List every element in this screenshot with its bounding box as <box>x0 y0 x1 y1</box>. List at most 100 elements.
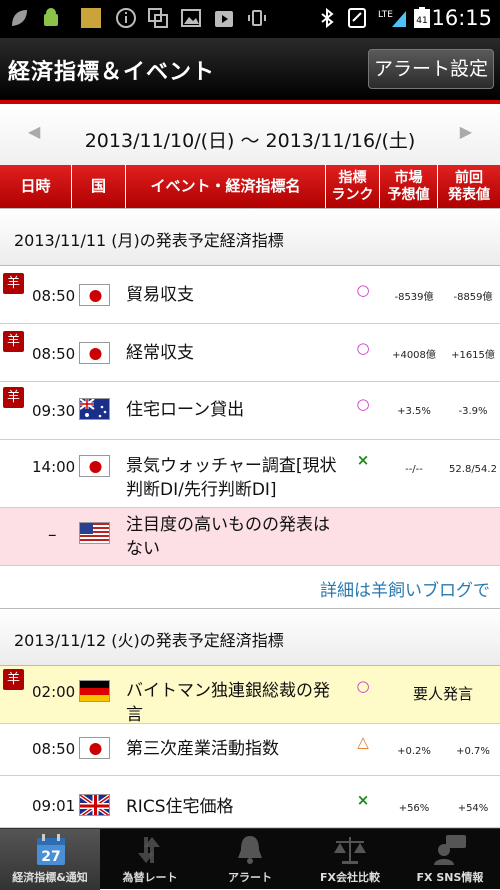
notice-dash: – <box>48 525 57 545</box>
row-forecast: 要人発言 <box>412 685 473 703</box>
info-icon <box>116 8 136 28</box>
alert-settings-button[interactable]: アラート設定 <box>368 49 494 89</box>
app-notification-icon <box>81 8 101 28</box>
header-previous: 前回 発表値 <box>448 169 490 203</box>
tab-fx-company-comparison[interactable]: FX会社比較 <box>300 829 400 890</box>
tab-exchange-rates[interactable]: 為替レート <box>100 829 200 890</box>
row-forecast: +3.5% <box>397 406 431 417</box>
row-time: 09:01 <box>32 797 76 815</box>
japan-flag-icon <box>79 455 110 477</box>
exchange-arrows-icon <box>138 837 160 863</box>
svg-text:27: 27 <box>41 849 60 865</box>
row-previous: -3.9% <box>458 406 488 417</box>
row-event-name: RICS住宅価格 <box>126 797 234 817</box>
tab-label: FX会社比較 <box>320 871 380 884</box>
row-event-name: 経常収支 <box>126 343 194 363</box>
sheep-badge: 羊 <box>3 669 24 690</box>
rank-circle-icon: ○ <box>356 339 370 357</box>
section-heading-text: 2013/11/11 (月)の発表予定経済指標 <box>14 231 284 250</box>
table-row[interactable]: 羊 08:50 貿易収支 ○ -8539億 -8859億 <box>0 266 500 324</box>
section-heading: 2013/11/11 (月)の発表予定経済指標 <box>0 208 500 266</box>
row-previous: +1615億 <box>451 350 495 361</box>
section-heading: 2013/11/12 (火)の発表予定経済指標 <box>0 608 500 666</box>
row-previous: 52.8/54.2 <box>449 464 497 475</box>
rank-circle-icon: ○ <box>356 395 370 413</box>
tab-economic-indicators[interactable]: 27 経済指標&通知 <box>0 829 100 890</box>
row-forecast: +56% <box>398 803 430 814</box>
notice-text: 注目度の高いものの発表はない <box>126 515 330 559</box>
nfc-icon <box>348 8 366 28</box>
row-time: 09:30 <box>32 402 76 420</box>
bottom-tab-bar: 27 経済指標&通知 為替レート アラート FX会社比較 FX SNS情報 <box>0 828 500 890</box>
row-forecast: --/-- <box>405 464 423 475</box>
row-previous: +0.7% <box>456 746 490 757</box>
next-week-button[interactable]: ▶ <box>460 122 472 141</box>
svg-text:LTE: LTE <box>378 10 393 20</box>
vibrate-icon <box>248 10 266 26</box>
header-forecast: 市場 予想値 <box>380 165 438 208</box>
uk-flag-icon <box>79 794 110 816</box>
rank-circle-icon: ○ <box>356 281 370 299</box>
leaf-icon <box>12 10 27 26</box>
row-forecast: +4008億 <box>392 350 436 361</box>
battery-level: 41 <box>416 16 427 26</box>
play-store-icon <box>215 11 233 27</box>
row-forecast: +0.2% <box>397 746 431 757</box>
usa-flag-icon <box>79 522 110 544</box>
tab-label: FX SNS情報 <box>416 871 484 884</box>
sheep-badge: 羊 <box>3 331 24 352</box>
japan-flag-icon <box>79 342 110 364</box>
header-rank: 指標 ランク <box>326 165 380 208</box>
header-time: 日時 <box>0 165 72 208</box>
australia-flag-icon <box>79 398 110 420</box>
no-event-notice-row: – 注目度の高いものの発表はない <box>0 508 500 566</box>
bluetooth-icon <box>321 7 334 29</box>
sheep-badge: 羊 <box>3 387 24 408</box>
row-previous: -8859億 <box>453 292 493 303</box>
tab-label: 為替レート <box>122 871 178 884</box>
sheep-badge: 羊 <box>3 273 24 294</box>
date-navigator: ◀ 2013/11/10/(日) 〜 2013/11/16/(土) ▶ <box>0 104 500 165</box>
table-row[interactable]: 09:01 RICS住宅価格 × +56% +54% <box>0 776 500 828</box>
status-bar: LTE 41 16:15 <box>0 0 500 38</box>
row-time: 14:00 <box>32 458 76 476</box>
battery-icon: 41 <box>414 7 430 28</box>
android-icon <box>44 8 58 26</box>
japan-flag-icon <box>79 284 110 306</box>
scales-icon <box>334 837 366 864</box>
rank-cross-icon: × <box>356 791 370 809</box>
page-title: 経済指標＆イベント <box>8 60 216 85</box>
chat-person-icon <box>434 835 466 865</box>
blog-link-row[interactable]: 詳細は羊飼いブログで <box>0 566 500 610</box>
title-bar: 経済指標＆イベント アラート設定 <box>0 38 500 100</box>
table-row[interactable]: 羊 09:30 住宅ローン貸出 ○ +3.5% -3.9% <box>0 382 500 440</box>
image-icon <box>181 9 201 27</box>
rank-circle-icon: ○ <box>356 677 370 695</box>
section-heading-text: 2013/11/12 (火)の発表予定経済指標 <box>14 631 284 650</box>
header-event: イベント・経済指標名 <box>126 165 326 208</box>
row-event-name: バイトマン独連銀総裁の発言 <box>126 681 330 725</box>
window-icon <box>148 8 168 28</box>
row-previous: +54% <box>457 803 489 814</box>
table-header: 日時 国 イベント・経済指標名 指標 ランク 市場 予想値 前回 発表値 <box>0 165 500 208</box>
bell-icon <box>238 836 262 864</box>
table-row[interactable]: 08:50 第三次産業活動指数 △ +0.2% +0.7% <box>0 724 500 776</box>
tab-alerts[interactable]: アラート <box>200 829 300 890</box>
rank-triangle-icon: △ <box>357 733 369 751</box>
table-row[interactable]: 羊 08:50 経常収支 ○ +4008億 +1615億 <box>0 324 500 382</box>
row-time: 02:00 <box>32 683 76 701</box>
table-row[interactable]: 羊 02:00 バイトマン独連銀総裁の発言 ○ 要人発言 <box>0 666 500 725</box>
header-country: 国 <box>72 165 126 208</box>
blog-details-link[interactable]: 詳細は羊飼いブログで <box>320 576 490 601</box>
japan-flag-icon <box>79 737 110 759</box>
tab-fx-sns-info[interactable]: FX SNS情報 <box>400 829 500 890</box>
germany-flag-icon <box>79 680 110 702</box>
row-forecast: -8539億 <box>394 292 434 303</box>
calendar-icon: 27 <box>37 834 65 865</box>
row-time: 08:50 <box>32 287 76 305</box>
row-event-name: 景気ウォッチャー調査[現状判断DI/先行判断DI] <box>126 456 337 500</box>
table-row[interactable]: 14:00 景気ウォッチャー調査[現状判断DI/先行判断DI] × --/-- … <box>0 440 500 508</box>
row-event-name: 住宅ローン貸出 <box>126 400 245 420</box>
row-event-name: 貿易収支 <box>126 285 194 305</box>
row-time: 08:50 <box>32 740 76 758</box>
